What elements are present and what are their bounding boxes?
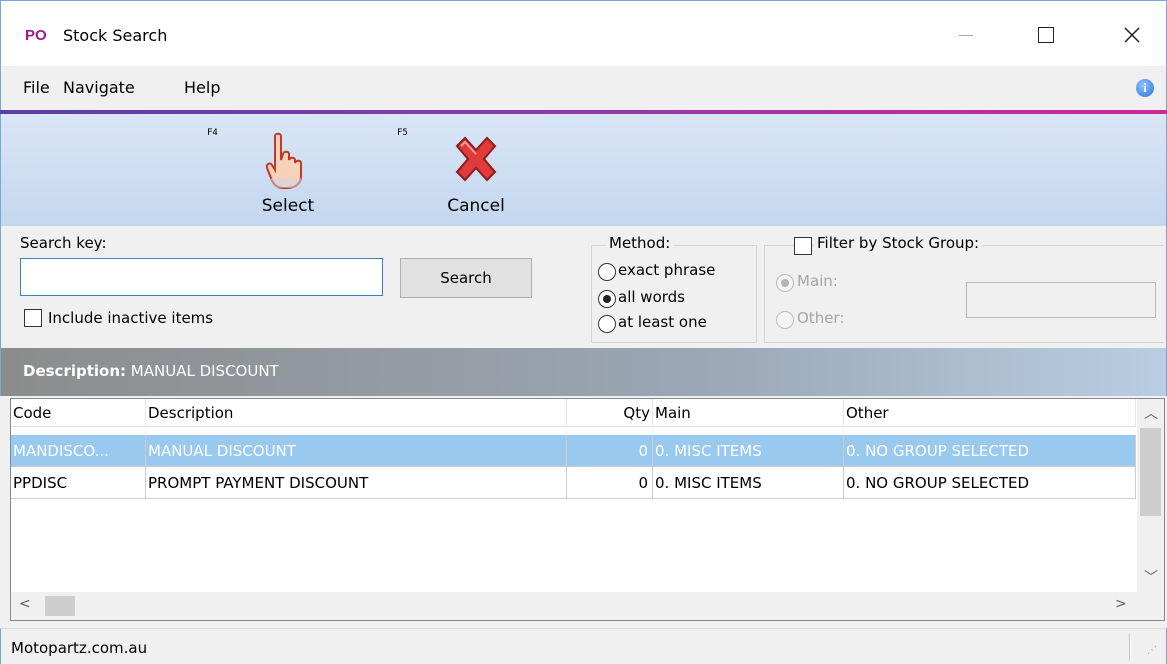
table-row[interactable]: PPDISC PROMPT PAYMENT DISCOUNT 0 0. MISC…	[11, 467, 1136, 499]
select-shortcut: F4	[207, 128, 218, 138]
cell-other: 0. NO GROUP SELECTED	[844, 467, 1136, 499]
filter-stock-group-checkbox[interactable]	[794, 237, 812, 255]
horizontal-scrollbar[interactable]: < >	[11, 592, 1137, 620]
description-bar: Description: MANUAL DISCOUNT	[0, 348, 1167, 396]
filter-stock-group-label: Filter by Stock Group:	[814, 234, 983, 252]
radio-exact-phrase[interactable]	[598, 263, 616, 281]
search-button[interactable]: Search	[400, 258, 532, 298]
cancel-shortcut: F5	[397, 128, 408, 138]
results-grid[interactable]: Code Description Qty Main Other MANDISCO…	[10, 398, 1165, 621]
column-header-description[interactable]: Description	[146, 399, 567, 427]
radio-exact-phrase-label: exact phrase	[618, 261, 716, 279]
cancel-button[interactable]: F5 Cancel	[397, 114, 531, 226]
radio-main-label: Main:	[797, 272, 838, 290]
close-button[interactable]	[1109, 15, 1155, 55]
minimize-icon	[959, 34, 973, 36]
cell-description: MANUAL DISCOUNT	[146, 435, 567, 467]
cell-qty: 0	[567, 467, 653, 499]
scroll-up-icon[interactable]: ︿	[1144, 403, 1158, 423]
maximize-button[interactable]	[1023, 15, 1069, 55]
description-text: Description: MANUAL DISCOUNT	[23, 362, 279, 380]
search-input[interactable]	[20, 258, 383, 296]
radio-other[interactable]	[776, 311, 794, 329]
select-button[interactable]: F4 Select	[207, 114, 343, 226]
column-header-code[interactable]: Code	[11, 399, 146, 427]
title-bar: PO Stock Search	[0, 0, 1167, 66]
cell-description: PROMPT PAYMENT DISCOUNT	[146, 467, 567, 499]
cell-other: 0. NO GROUP SELECTED	[844, 435, 1136, 467]
table-row[interactable]: MANDISCO... MANUAL DISCOUNT 0 0. MISC IT…	[11, 435, 1136, 467]
description-value: MANUAL DISCOUNT	[130, 362, 279, 380]
menu-help[interactable]: Help	[184, 78, 220, 97]
cell-main: 0. MISC ITEMS	[653, 435, 844, 467]
method-title: Method:	[606, 234, 674, 252]
radio-all-words[interactable]	[598, 290, 616, 308]
cell-main: 0. MISC ITEMS	[653, 467, 844, 499]
resize-grip-icon[interactable]: ⋰	[1147, 645, 1157, 656]
toolbar: F4 Select F5 Cancel	[0, 114, 1167, 226]
radio-other-label: Other:	[797, 309, 845, 327]
column-header-other[interactable]: Other	[844, 399, 1136, 427]
column-header-qty[interactable]: Qty	[567, 399, 653, 427]
menu-bar: File Navigate Help	[0, 66, 1167, 110]
menu-file[interactable]: File	[23, 78, 50, 97]
scroll-corner	[1137, 592, 1164, 620]
radio-main[interactable]	[776, 274, 794, 292]
select-label: Select	[261, 196, 315, 216]
radio-at-least-one-label: at least one	[618, 313, 707, 331]
close-icon	[1124, 27, 1140, 43]
include-inactive-checkbox[interactable]	[24, 309, 42, 327]
cell-code: MANDISCO...	[11, 435, 146, 467]
grid-header: Code Description Qty Main Other	[11, 399, 1136, 427]
hand-pointer-icon	[265, 132, 302, 189]
scroll-down-icon[interactable]: ﹀	[1144, 567, 1158, 587]
scroll-left-icon[interactable]: <	[19, 596, 31, 612]
stock-group-field[interactable]	[966, 282, 1156, 318]
vertical-scroll-thumb[interactable]	[1140, 428, 1161, 516]
info-icon[interactable]: i	[1136, 79, 1154, 97]
scroll-right-icon[interactable]: >	[1115, 596, 1127, 612]
cancel-label: Cancel	[447, 196, 505, 216]
maximize-icon	[1038, 27, 1054, 43]
app-logo: PO	[25, 27, 47, 44]
menu-navigate[interactable]: Navigate	[63, 78, 135, 97]
status-text: Motopartz.com.au	[11, 639, 148, 657]
status-divider	[1129, 633, 1131, 661]
search-key-label: Search key:	[20, 234, 107, 252]
window-title: Stock Search	[63, 26, 168, 45]
radio-at-least-one[interactable]	[598, 315, 616, 333]
include-inactive-label: Include inactive items	[48, 309, 214, 327]
horizontal-scroll-thumb[interactable]	[45, 596, 75, 616]
minimize-button[interactable]	[943, 15, 989, 55]
red-x-icon	[455, 136, 497, 182]
vertical-scrollbar[interactable]: ︿ ﹀	[1137, 399, 1164, 592]
cell-code: PPDISC	[11, 467, 146, 499]
description-key: Description:	[23, 362, 127, 380]
column-header-main[interactable]: Main	[653, 399, 844, 427]
radio-all-words-label: all words	[618, 288, 685, 306]
cell-qty: 0	[567, 435, 653, 467]
status-bar: Motopartz.com.au ⋰	[0, 628, 1167, 664]
